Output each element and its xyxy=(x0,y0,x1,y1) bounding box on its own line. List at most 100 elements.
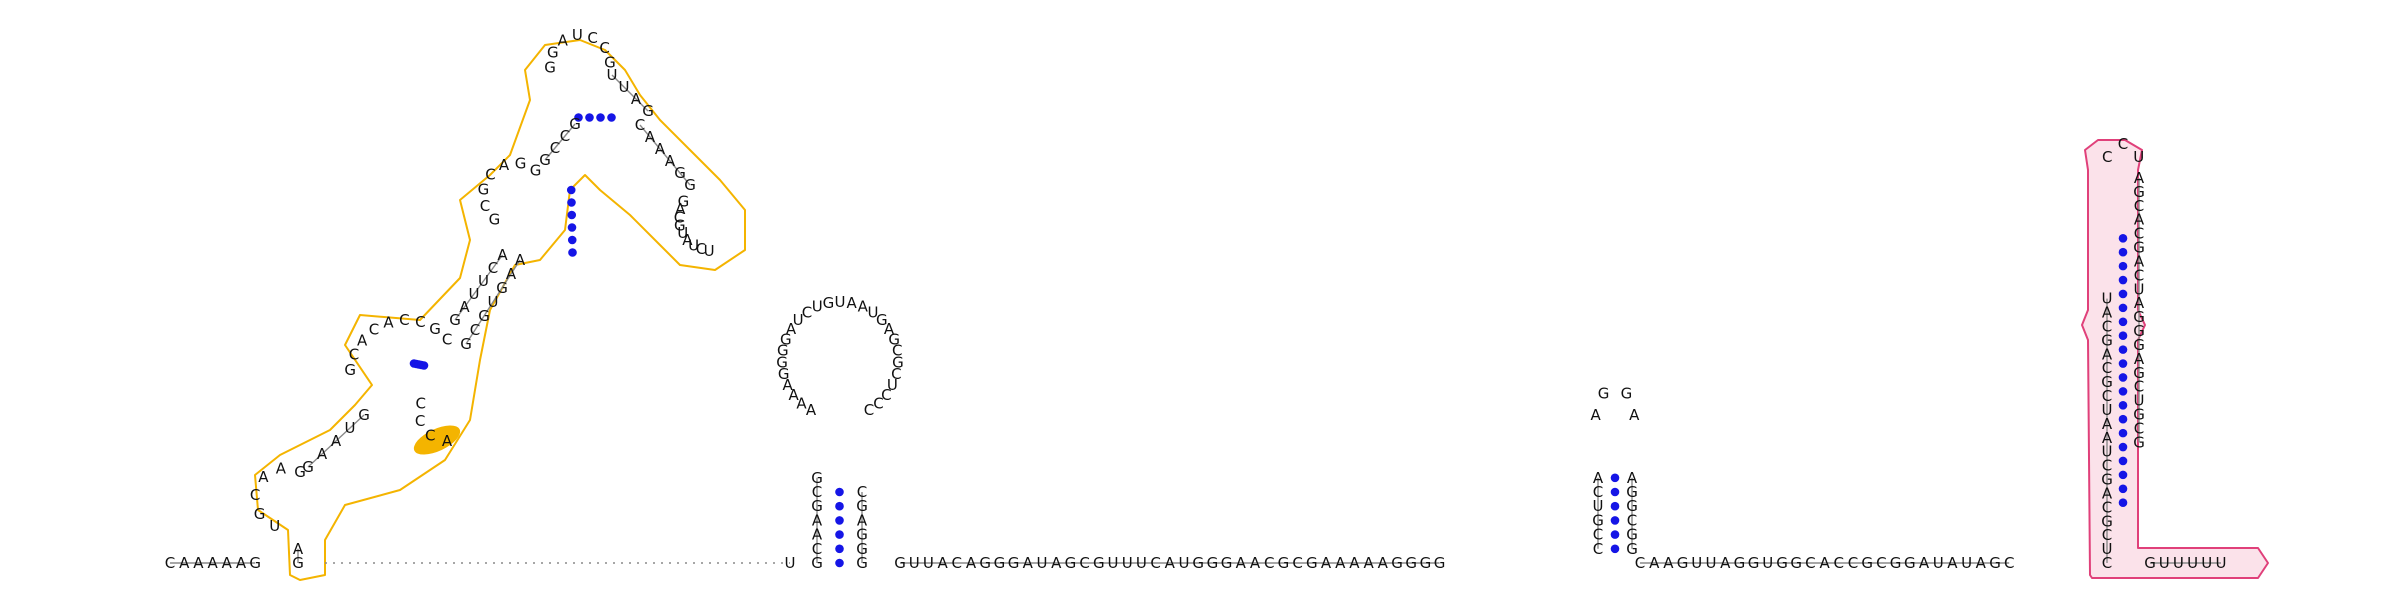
nucleotide: G xyxy=(1192,554,1204,572)
nucleotide: A xyxy=(655,140,666,158)
base-pair-dot xyxy=(2118,359,2128,368)
nucleotide: A xyxy=(1250,554,1261,572)
nucleotide: G xyxy=(569,115,581,133)
nucleotide: G xyxy=(674,164,686,182)
nucleotide: A xyxy=(1947,554,1958,572)
nucleotide: A xyxy=(1663,554,1674,572)
nucleotide: G xyxy=(994,554,1006,572)
base-pair-dot xyxy=(419,361,429,370)
nucleotide: U xyxy=(1762,554,1773,572)
nucleotide: G xyxy=(1405,554,1417,572)
base-pair-dot xyxy=(2118,331,2128,341)
base-pair-dot xyxy=(1610,516,1620,525)
nucleotide: U xyxy=(1691,554,1702,572)
nucleotide: A xyxy=(1349,554,1360,572)
nucleotide: C xyxy=(250,486,260,504)
nucleotide: A xyxy=(1976,554,1987,572)
nucleotide: C xyxy=(415,394,425,412)
nucleotide: G xyxy=(1861,554,1873,572)
nucleotide: G xyxy=(1065,554,1077,572)
nucleotide: C xyxy=(442,331,452,349)
nucleotide: C xyxy=(1834,554,1844,572)
nucleotide: C xyxy=(415,412,425,430)
nucleotide: U xyxy=(704,242,715,260)
nucleotide: A xyxy=(1236,554,1247,572)
nucleotide: C xyxy=(587,29,597,47)
nucleotide: A xyxy=(357,332,368,350)
nucleotide: C xyxy=(2004,554,2014,572)
nucleotide: G xyxy=(2133,433,2145,451)
nucleotide: A xyxy=(1023,554,1034,572)
nucleotide: U xyxy=(2133,148,2144,166)
nucleotide: C xyxy=(1150,554,1160,572)
nucleotide: A xyxy=(1720,554,1731,572)
nucleotide: G xyxy=(429,320,441,338)
nucleotide: C xyxy=(1079,554,1089,572)
nucleotide: C xyxy=(802,303,812,321)
nucleotide: G xyxy=(1621,385,1633,403)
nucleotide: U xyxy=(1122,554,1133,572)
nucleotide: U xyxy=(835,293,846,311)
nucleotide: G xyxy=(460,335,472,353)
nucleotide: G xyxy=(1776,554,1788,572)
nucleotide: U xyxy=(2216,554,2227,572)
nucleotide: A xyxy=(258,468,269,486)
base-pair-dot xyxy=(835,501,844,511)
base-pair-dot xyxy=(835,516,844,525)
nucleotide: U xyxy=(1108,554,1119,572)
base-pair-dot xyxy=(1610,487,1620,497)
nucleotide: C xyxy=(2102,148,2112,166)
nucleotide: C xyxy=(425,426,435,444)
nucleotide: C xyxy=(2118,135,2128,153)
nucleotide: G xyxy=(1306,554,1318,572)
nucleotide: C xyxy=(1292,554,1302,572)
nucleotide: U xyxy=(572,26,583,44)
base-pair-dot xyxy=(1610,530,1620,539)
nucleotide: A xyxy=(515,251,526,269)
nucleotide: A xyxy=(222,554,233,572)
base-pair-dot xyxy=(2118,373,2128,382)
nucleotide: A xyxy=(1591,406,1602,424)
nucleotide: G xyxy=(1598,385,1610,403)
nucleotide: A xyxy=(631,90,642,108)
nucleotide: U xyxy=(1706,554,1717,572)
nucleotide: A xyxy=(1919,554,1930,572)
nucleotide: U xyxy=(1136,554,1147,572)
nucleotide: U xyxy=(269,517,280,535)
base-pair-dot xyxy=(2118,275,2128,285)
nucleotide: G xyxy=(1748,554,1760,572)
nucleotide: A xyxy=(499,156,510,174)
nucleotide: A xyxy=(193,554,204,572)
base-pair-dot xyxy=(1610,544,1620,554)
nucleotide: U xyxy=(1037,554,1048,572)
nucleotide: A xyxy=(966,554,977,572)
nucleotide: G xyxy=(1278,554,1290,572)
base-pair-dot xyxy=(2118,414,2128,424)
nucleotide: U xyxy=(2173,554,2184,572)
nucleotide: G xyxy=(979,554,991,572)
nucleotide: G xyxy=(894,554,906,572)
nucleotide: G xyxy=(1207,554,1219,572)
nucleotide: C xyxy=(1876,554,1886,572)
nucleotide: U xyxy=(2187,554,2198,572)
nucleotide: A xyxy=(558,31,569,49)
nucleotide: G xyxy=(2144,554,2156,572)
base-pair-dot xyxy=(2118,456,2128,466)
nucleotide: A xyxy=(236,554,247,572)
nucleotide: A xyxy=(497,246,508,264)
nucleotide: A xyxy=(317,445,328,463)
nucleotide: C xyxy=(1264,554,1274,572)
nucleotide: G xyxy=(515,154,527,172)
nucleotide: A xyxy=(1593,469,1604,487)
nucleotide: C xyxy=(864,401,874,419)
nucleotide: C xyxy=(165,554,175,572)
nucleotide: A xyxy=(442,432,453,450)
base-pair-dot xyxy=(2118,345,2128,354)
nucleotide: A xyxy=(179,554,190,572)
nucleotide: U xyxy=(1179,554,1190,572)
nucleotide: C xyxy=(1805,554,1815,572)
highlight-domain-orange xyxy=(254,39,746,581)
nucleotide: C xyxy=(480,197,490,215)
base-pair-dot xyxy=(2118,261,2128,271)
nucleotide: A xyxy=(331,432,342,450)
